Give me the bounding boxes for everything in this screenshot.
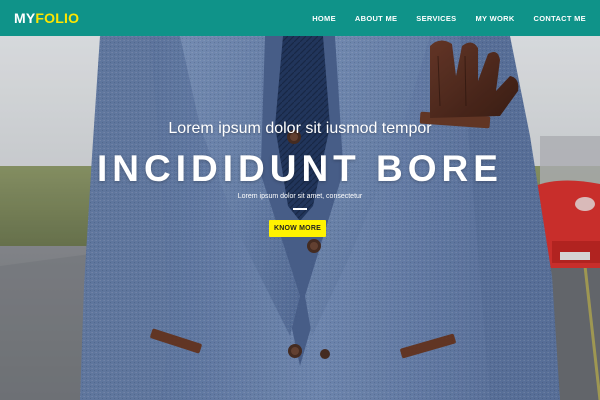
- hero-content: Lorem ipsum dolor sit iusmod tempor INCI…: [0, 36, 600, 400]
- navbar: MY FOLIO HOME ABOUT ME SERVICES MY WORK …: [0, 0, 600, 36]
- hero-divider: [293, 208, 307, 210]
- nav-services[interactable]: SERVICES: [416, 14, 456, 23]
- nav-home[interactable]: HOME: [312, 14, 336, 23]
- know-more-button[interactable]: KNOW MORE: [269, 220, 326, 237]
- nav-contact-me[interactable]: CONTACT ME: [534, 14, 586, 23]
- nav-my-work[interactable]: MY WORK: [476, 14, 515, 23]
- main-nav: HOME ABOUT ME SERVICES MY WORK CONTACT M…: [293, 14, 586, 23]
- hero-title: INCIDIDUNT BORE: [97, 148, 503, 189]
- hero-subtitle: Lorem ipsum dolor sit iusmod tempor: [168, 120, 432, 137]
- nav-about-me[interactable]: ABOUT ME: [355, 14, 397, 23]
- logo[interactable]: MY FOLIO: [14, 10, 79, 26]
- hero-section: Lorem ipsum dolor sit iusmod tempor INCI…: [0, 36, 600, 400]
- hero-small-text: Lorem ipsum dolor sit amet, consectetur: [237, 193, 363, 200]
- logo-text-my: MY: [14, 10, 36, 26]
- page: MY FOLIO HOME ABOUT ME SERVICES MY WORK …: [0, 0, 600, 400]
- logo-text-folio: FOLIO: [35, 10, 80, 26]
